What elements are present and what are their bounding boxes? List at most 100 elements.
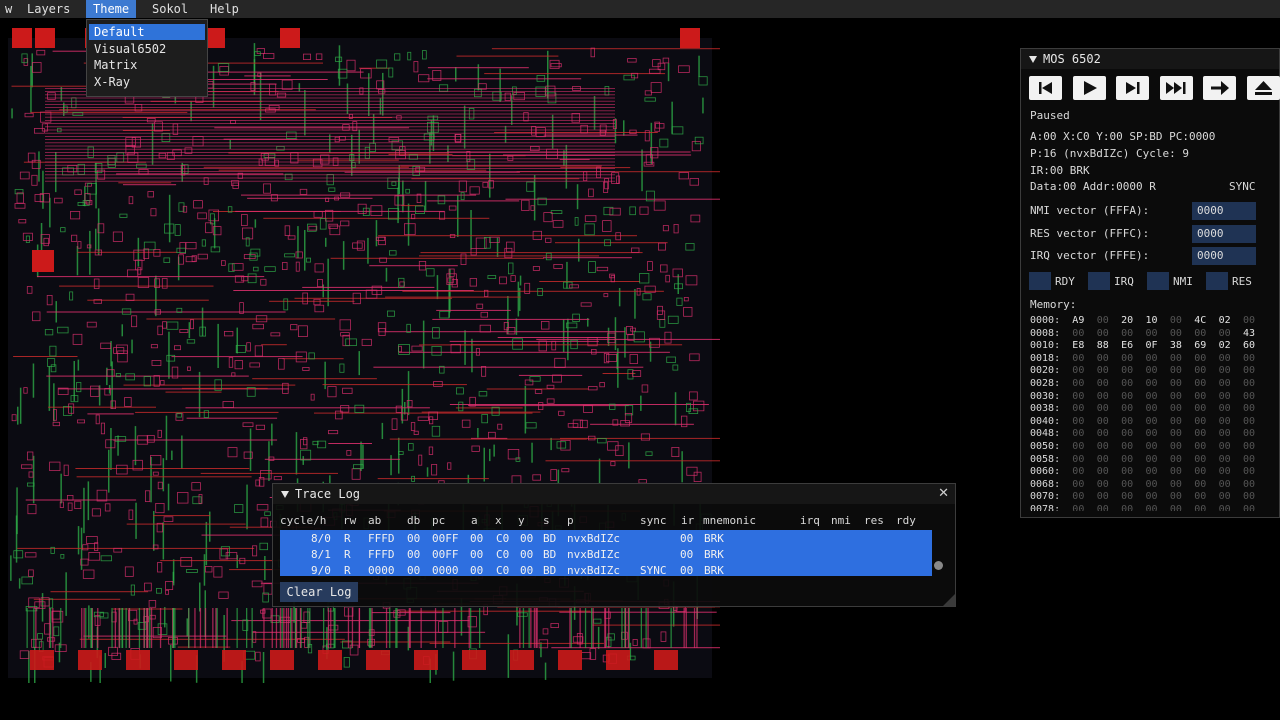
step-button[interactable] (1116, 76, 1149, 100)
memory-byte[interactable]: 00 (1237, 353, 1261, 366)
memory-byte[interactable]: 00 (1115, 479, 1139, 492)
memory-byte[interactable]: 00 (1164, 365, 1188, 378)
memory-byte[interactable]: 00 (1188, 454, 1212, 467)
memory-byte[interactable]: 00 (1164, 353, 1188, 366)
memory-byte[interactable]: 00 (1212, 391, 1236, 404)
memory-byte[interactable]: 4C (1188, 315, 1212, 328)
memory-byte[interactable]: 00 (1091, 315, 1115, 328)
column-header-ab[interactable]: ab (368, 514, 381, 527)
memory-byte[interactable]: E6 (1115, 340, 1139, 353)
column-header-res[interactable]: res (864, 514, 884, 527)
memory-byte[interactable]: 00 (1139, 416, 1163, 429)
memory-byte[interactable]: 00 (1091, 491, 1115, 504)
memory-byte[interactable]: 00 (1188, 466, 1212, 479)
memory-byte[interactable]: 00 (1139, 403, 1163, 416)
memory-byte[interactable]: 43 (1237, 328, 1261, 341)
memory-byte[interactable]: 00 (1188, 428, 1212, 441)
memory-byte[interactable]: 00 (1091, 378, 1115, 391)
vector-input[interactable]: 0000 (1192, 247, 1256, 265)
pin-checkbox-nmi[interactable] (1147, 272, 1169, 290)
memory-byte[interactable]: 00 (1139, 441, 1163, 454)
memory-byte[interactable]: 20 (1115, 315, 1139, 328)
memory-byte[interactable]: 00 (1066, 378, 1090, 391)
memory-byte[interactable]: 88 (1091, 340, 1115, 353)
menu-help[interactable]: Help (203, 0, 246, 18)
trace-log-selection[interactable]: 8/0 R FFFD 00 00FF 00 C0 00 BD nvxBdIZc 00 BRK 8/1 R F… (280, 530, 932, 578)
collapse-triangle-icon[interactable] (1029, 56, 1037, 63)
memory-byte[interactable]: 00 (1115, 391, 1139, 404)
pin-checkbox-res[interactable] (1206, 272, 1228, 290)
memory-byte[interactable]: 00 (1212, 328, 1236, 341)
memory-byte[interactable]: 00 (1164, 479, 1188, 492)
column-header-ir[interactable]: ir (681, 514, 694, 527)
column-header-rdy[interactable]: rdy (896, 514, 916, 527)
memory-byte[interactable]: 00 (1188, 441, 1212, 454)
memory-byte[interactable]: 00 (1066, 391, 1090, 404)
memory-byte[interactable]: 00 (1237, 315, 1261, 328)
memory-byte[interactable]: 00 (1188, 378, 1212, 391)
memory-byte[interactable]: 00 (1237, 416, 1261, 429)
eject-button[interactable] (1246, 76, 1280, 100)
column-header-y[interactable]: y (518, 514, 525, 527)
arrow-right-button[interactable] (1203, 76, 1236, 100)
memory-byte[interactable]: 00 (1091, 391, 1115, 404)
memory-byte[interactable]: 00 (1115, 454, 1139, 467)
memory-byte[interactable]: 0F (1139, 340, 1163, 353)
memory-byte[interactable]: 00 (1212, 365, 1236, 378)
memory-byte[interactable]: 00 (1164, 403, 1188, 416)
collapse-triangle-icon[interactable] (281, 491, 289, 498)
memory-byte[interactable]: 00 (1115, 428, 1139, 441)
memory-byte[interactable]: E8 (1066, 340, 1090, 353)
memory-byte[interactable]: 00 (1164, 416, 1188, 429)
memory-byte[interactable]: 00 (1091, 365, 1115, 378)
memory-byte[interactable]: 00 (1237, 504, 1261, 511)
memory-byte[interactable]: 00 (1212, 403, 1236, 416)
memory-byte[interactable]: 02 (1212, 340, 1236, 353)
memory-byte[interactable]: 00 (1212, 504, 1236, 511)
memory-byte[interactable]: 00 (1212, 466, 1236, 479)
menu-sokol[interactable]: Sokol (145, 0, 195, 18)
memory-byte[interactable]: 00 (1139, 428, 1163, 441)
memory-byte[interactable]: 00 (1066, 365, 1090, 378)
memory-byte[interactable]: 00 (1237, 378, 1261, 391)
memory-byte[interactable]: 00 (1066, 504, 1090, 511)
menu-w[interactable]: w (0, 0, 19, 18)
memory-byte[interactable]: 00 (1212, 353, 1236, 366)
memory-byte[interactable]: 00 (1164, 466, 1188, 479)
memory-byte[interactable]: 00 (1115, 353, 1139, 366)
column-header-nmi[interactable]: nmi (831, 514, 851, 527)
resize-grip[interactable] (943, 594, 955, 606)
column-header-p[interactable]: p (567, 514, 574, 527)
memory-byte[interactable]: 00 (1188, 328, 1212, 341)
menu-theme[interactable]: Theme (86, 0, 137, 18)
step-back-button[interactable] (1029, 76, 1062, 100)
memory-byte[interactable]: 00 (1091, 353, 1115, 366)
memory-byte[interactable]: 00 (1066, 491, 1090, 504)
column-header-x[interactable]: x (495, 514, 502, 527)
cpu-panel-title[interactable]: MOS 6502 (1021, 49, 1279, 69)
memory-byte[interactable]: 00 (1164, 491, 1188, 504)
memory-byte[interactable]: 00 (1212, 491, 1236, 504)
trace-row[interactable]: 9/0 R 0000 00 0000 00 C0 00 BD nvxBdIZc SYNC 00 BRK (280, 563, 932, 578)
pin-checkbox-rdy[interactable] (1029, 272, 1051, 290)
memory-byte[interactable]: 00 (1139, 391, 1163, 404)
memory-byte[interactable]: 00 (1188, 479, 1212, 492)
memory-byte[interactable]: 00 (1188, 365, 1212, 378)
memory-byte[interactable]: 00 (1115, 491, 1139, 504)
theme-option-matrix[interactable]: Matrix (89, 57, 205, 73)
memory-byte[interactable]: 00 (1212, 441, 1236, 454)
memory-byte[interactable]: 00 (1164, 391, 1188, 404)
memory-byte[interactable]: 00 (1091, 328, 1115, 341)
memory-byte[interactable]: 00 (1164, 454, 1188, 467)
memory-byte[interactable]: 00 (1066, 466, 1090, 479)
memory-byte[interactable]: 00 (1139, 454, 1163, 467)
memory-byte[interactable]: 00 (1237, 365, 1261, 378)
memory-byte[interactable]: 00 (1237, 391, 1261, 404)
memory-byte[interactable]: 00 (1139, 378, 1163, 391)
memory-byte[interactable]: 00 (1066, 454, 1090, 467)
theme-option-visual6502[interactable]: Visual6502 (89, 41, 205, 57)
memory-byte[interactable]: 38 (1164, 340, 1188, 353)
column-header-rw[interactable]: rw (343, 514, 356, 527)
theme-option-default[interactable]: Default (89, 24, 205, 40)
fast-forward-button[interactable] (1159, 76, 1193, 100)
